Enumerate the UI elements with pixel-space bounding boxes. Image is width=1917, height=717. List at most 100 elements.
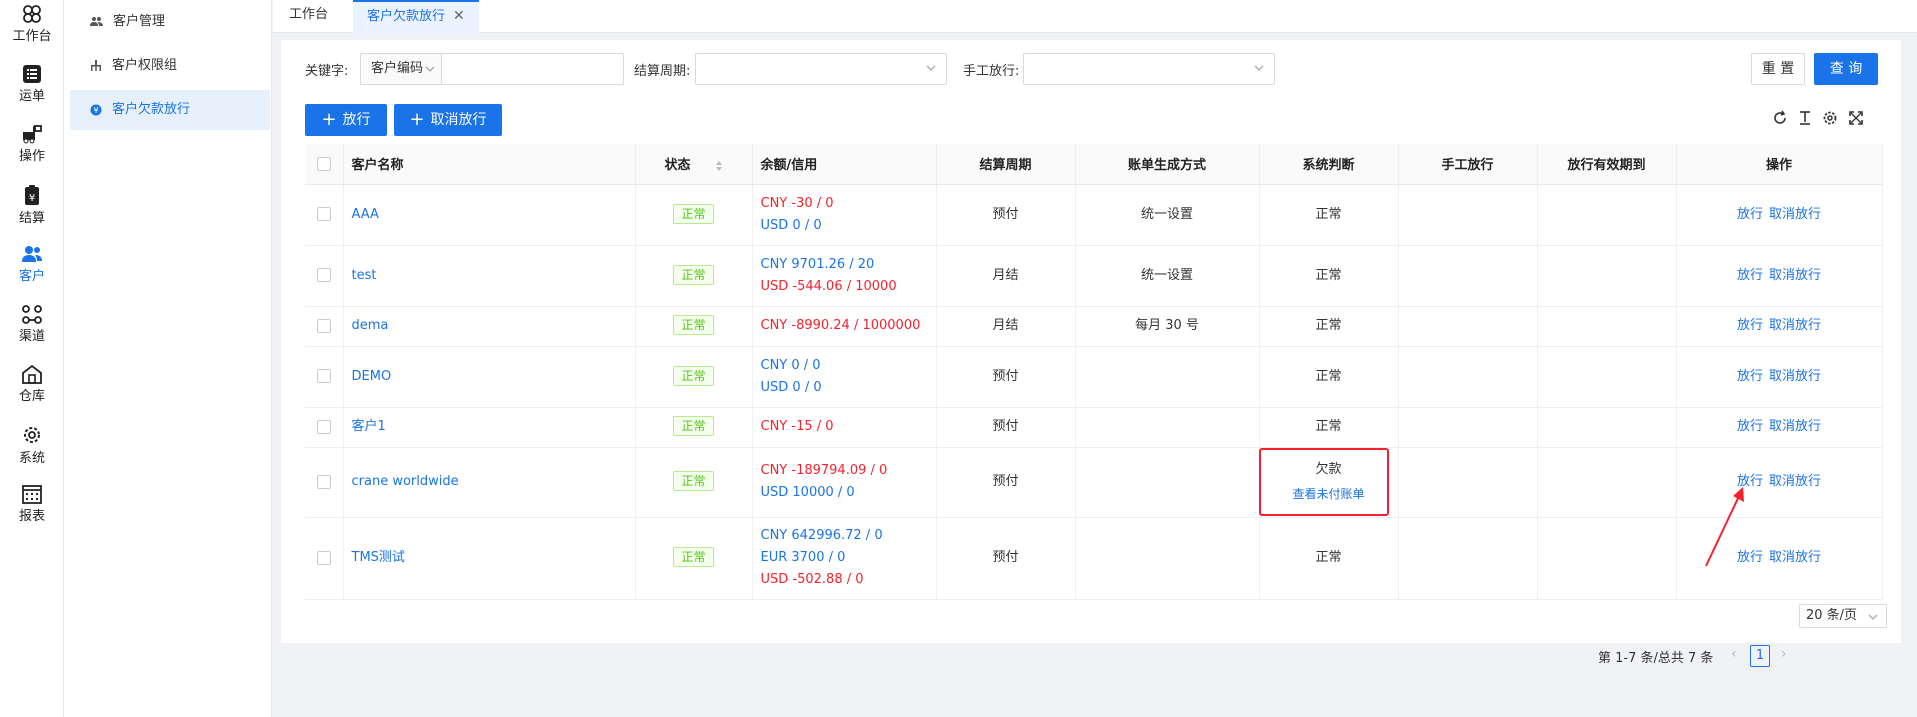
cancel-release-button[interactable]: + 取消放行 bbox=[394, 104, 502, 136]
manual-release-cell bbox=[1398, 306, 1538, 347]
row-checkbox[interactable] bbox=[316, 318, 331, 333]
bill-method-cell: 统一设置 bbox=[1075, 184, 1260, 246]
rail-label: 运单 bbox=[18, 89, 45, 104]
sort-icon[interactable] bbox=[715, 160, 723, 172]
pagination-info: 第 1-7 条/总共 7 条 bbox=[1598, 651, 1714, 666]
release-expiry-cell bbox=[1537, 407, 1677, 448]
rail-item-warehouse[interactable]: 仓库 bbox=[0, 364, 64, 404]
col-header-status-label: 状态 bbox=[664, 158, 691, 174]
row-checkbox[interactable] bbox=[316, 268, 331, 282]
page-size-value: 20 条/页 bbox=[1806, 608, 1858, 623]
keyword-type-select[interactable]: 客户编码 bbox=[360, 53, 442, 85]
keyword-input[interactable] bbox=[441, 53, 624, 85]
subnav-item-debt-release[interactable]: ¥ 客户欠款放行 bbox=[70, 90, 270, 130]
rail-item-channel[interactable]: 渠道 bbox=[0, 304, 64, 344]
settlement-cycle-cell: 月结 bbox=[936, 306, 1076, 347]
rail-item-waybill[interactable]: 运单 bbox=[0, 64, 64, 104]
subnav-item-customer-management[interactable]: 客户管理 bbox=[70, 2, 270, 42]
rail-item-system[interactable]: 系统 bbox=[0, 424, 64, 466]
subnav-item-permission-group[interactable]: 客户权限组 bbox=[70, 46, 270, 86]
settlement-cycle-cell: 预付 bbox=[936, 184, 1076, 246]
rail-item-operation[interactable]: 操作 bbox=[0, 124, 64, 164]
fullscreen-icon[interactable] bbox=[1847, 109, 1865, 127]
reset-button[interactable]: 重 置 bbox=[1751, 53, 1805, 85]
tab-workbench[interactable]: 工作台 bbox=[275, 0, 342, 33]
customer-name-link[interactable]: dema bbox=[352, 318, 389, 333]
status-cell: 正常 bbox=[635, 447, 753, 518]
manual-release-select[interactable] bbox=[1023, 53, 1275, 85]
row-checkbox[interactable] bbox=[316, 369, 331, 383]
subnav-label: 客户管理 bbox=[113, 14, 166, 29]
release-link[interactable]: 放行 bbox=[1737, 419, 1763, 434]
customer-name-link[interactable]: DEMO bbox=[352, 369, 392, 384]
balance-line: USD -544.06 / 10000 bbox=[760, 278, 897, 294]
cancel-release-link[interactable]: 取消放行 bbox=[1769, 369, 1821, 384]
balance-cell: CNY -189794.09 / 0 USD 10000 / 0 bbox=[752, 447, 937, 518]
cancel-release-link[interactable]: 取消放行 bbox=[1769, 474, 1821, 489]
customer-name-link[interactable]: crane worldwide bbox=[352, 474, 459, 489]
release-button[interactable]: + 放行 bbox=[305, 104, 387, 136]
refresh-icon[interactable] bbox=[1771, 109, 1789, 127]
rail-item-settlement[interactable]: ¥ 结算 bbox=[0, 184, 64, 226]
tab-label: 客户欠款放行 bbox=[367, 9, 446, 24]
actions-cell: 放行 取消放行 bbox=[1676, 407, 1883, 448]
cancel-release-link[interactable]: 取消放行 bbox=[1769, 419, 1821, 434]
cancel-release-link[interactable]: 取消放行 bbox=[1769, 550, 1821, 565]
cancel-release-link[interactable]: 取消放行 bbox=[1769, 268, 1821, 283]
tab-debt-release[interactable]: 客户欠款放行 ✕ bbox=[353, 0, 479, 33]
close-icon[interactable]: ✕ bbox=[453, 8, 465, 24]
actions-cell: 放行 取消放行 bbox=[1676, 346, 1883, 408]
manual-release-cell bbox=[1398, 447, 1538, 518]
balance-line: CNY -30 / 0 bbox=[760, 195, 834, 211]
tab-label: 工作台 bbox=[289, 7, 329, 22]
bill-method-cell: 每月 30 号 bbox=[1075, 306, 1260, 347]
col-header-customer-name: 客户名称 bbox=[343, 144, 636, 185]
status-cell: 正常 bbox=[635, 306, 753, 347]
balance-line: CNY 9701.26 / 20 bbox=[760, 256, 875, 272]
gear-icon[interactable] bbox=[1821, 109, 1839, 127]
customer-name-link[interactable]: test bbox=[352, 268, 377, 283]
actions-cell: 放行 取消放行 bbox=[1676, 245, 1883, 307]
select-all-cell[interactable] bbox=[305, 144, 344, 185]
page-size-select[interactable]: 20 条/页 bbox=[1799, 604, 1887, 628]
row-select-cell bbox=[305, 184, 344, 246]
release-link[interactable]: 放行 bbox=[1737, 207, 1763, 222]
customer-name-link[interactable]: 客户1 bbox=[352, 419, 386, 434]
release-link[interactable]: 放行 bbox=[1737, 318, 1763, 333]
list-icon bbox=[23, 65, 41, 83]
page-number-current[interactable]: 1 bbox=[1750, 645, 1770, 667]
table-row: AAA 正常 CNY -30 / 0 USD 0 / 0 预付 统一设置 正常 放… bbox=[305, 184, 1883, 246]
balance-line: USD 0 / 0 bbox=[760, 379, 822, 395]
balance-cell: CNY 9701.26 / 20 USD -544.06 / 10000 bbox=[752, 245, 937, 307]
row-select-cell bbox=[305, 245, 344, 307]
rail-item-workbench[interactable]: 工作台 bbox=[0, 4, 64, 44]
col-header-actions: 操作 bbox=[1676, 144, 1883, 185]
svg-text:¥: ¥ bbox=[93, 106, 98, 115]
customer-name-link[interactable]: AAA bbox=[352, 207, 379, 222]
row-checkbox[interactable] bbox=[316, 207, 331, 221]
release-link[interactable]: 放行 bbox=[1737, 268, 1763, 283]
prev-page-icon[interactable]: ‹ bbox=[1731, 646, 1737, 662]
release-expiry-cell bbox=[1537, 517, 1677, 600]
customer-name-link[interactable]: TMS测试 bbox=[352, 550, 405, 565]
col-header-manual-release: 手工放行 bbox=[1398, 144, 1538, 185]
forklift-icon bbox=[23, 125, 42, 144]
select-all-checkbox[interactable] bbox=[316, 156, 331, 171]
release-link[interactable]: 放行 bbox=[1737, 369, 1763, 384]
rail-item-report[interactable]: 报表 bbox=[0, 484, 64, 524]
plus-icon: + bbox=[409, 109, 425, 130]
col-header-status[interactable]: 状态 bbox=[635, 144, 753, 185]
row-checkbox[interactable] bbox=[316, 474, 331, 489]
row-checkbox[interactable] bbox=[316, 419, 331, 434]
cancel-release-link[interactable]: 取消放行 bbox=[1769, 207, 1821, 222]
next-page-icon[interactable]: › bbox=[1781, 646, 1787, 662]
view-unpaid-bills-link[interactable]: 查看未付账单 bbox=[1260, 483, 1398, 505]
cancel-release-link[interactable]: 取消放行 bbox=[1769, 318, 1821, 333]
search-button[interactable]: 查 询 bbox=[1814, 53, 1878, 85]
rail-item-customer[interactable]: 客户 bbox=[0, 244, 64, 284]
column-height-icon[interactable] bbox=[1796, 109, 1814, 127]
row-checkbox[interactable] bbox=[316, 550, 331, 565]
subnav-label: 客户欠款放行 bbox=[112, 102, 191, 117]
bill-method-cell bbox=[1075, 517, 1260, 600]
cycle-select[interactable] bbox=[695, 53, 947, 85]
